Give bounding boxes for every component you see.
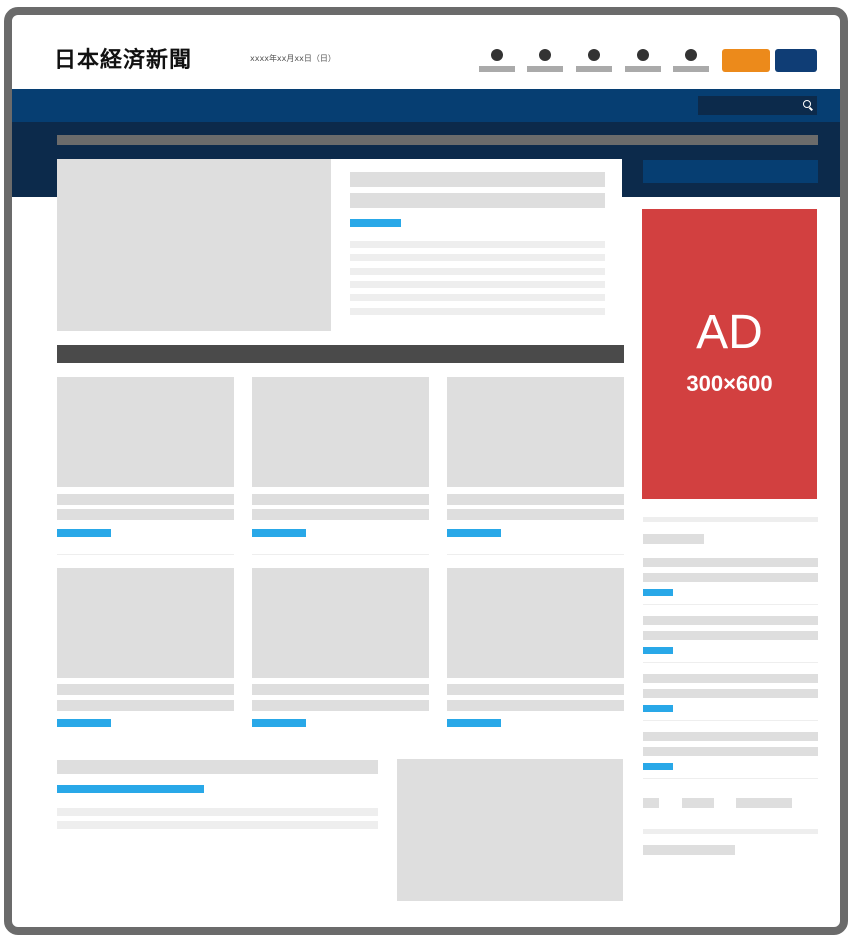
article-card[interactable] xyxy=(57,377,234,555)
feature-text-line xyxy=(57,808,378,816)
divider xyxy=(643,778,818,779)
browser-frame: 日本経済新聞 xxxx年xx月xx日（日） AD 300×600 xyxy=(4,7,848,935)
divider xyxy=(252,554,429,555)
article-title-line[interactable] xyxy=(57,494,234,505)
hero-text-line xyxy=(350,241,605,248)
article-tag[interactable] xyxy=(447,719,501,727)
feature-headline[interactable] xyxy=(57,760,378,774)
article-image[interactable] xyxy=(252,377,429,487)
section-header-bar xyxy=(57,345,624,363)
search-input[interactable] xyxy=(698,96,817,115)
article-image[interactable] xyxy=(57,568,234,678)
sidebar-divider xyxy=(643,829,818,834)
sidebar-list-item[interactable] xyxy=(643,732,818,780)
sidebar-list-item[interactable] xyxy=(643,674,818,722)
site-logo[interactable]: 日本経済新聞 xyxy=(54,42,192,74)
sidebar-item-tag[interactable] xyxy=(643,763,673,770)
header-date: xxxx年xx月xx日（日） xyxy=(250,54,336,63)
orange-button[interactable] xyxy=(722,49,770,72)
sidebar-footer-link[interactable] xyxy=(643,845,735,855)
nav-icon-2[interactable] xyxy=(527,48,563,74)
article-card[interactable] xyxy=(447,377,624,555)
nav-icon-3[interactable] xyxy=(576,48,612,74)
article-title-line[interactable] xyxy=(447,509,624,520)
sidebar-divider xyxy=(643,517,818,522)
sidebar-list-item[interactable] xyxy=(643,616,818,664)
article-tag[interactable] xyxy=(57,719,111,727)
sidebar-item-tag[interactable] xyxy=(643,705,673,712)
ad-size: 300×600 xyxy=(686,371,773,396)
sidebar-item-line[interactable] xyxy=(643,558,818,567)
nav-icon-1[interactable] xyxy=(479,48,515,74)
article-card[interactable] xyxy=(447,568,624,733)
sidebar-title-bar xyxy=(643,160,818,183)
hero-text-line xyxy=(350,268,605,275)
article-title-line[interactable] xyxy=(252,509,429,520)
article-image[interactable] xyxy=(252,568,429,678)
sidebar-item-line[interactable] xyxy=(643,732,818,741)
divider xyxy=(643,662,818,663)
divider xyxy=(643,720,818,721)
article-tag[interactable] xyxy=(252,719,306,727)
sub-nav-bar xyxy=(57,135,818,145)
feature-image[interactable] xyxy=(397,759,623,901)
sidebar-item-line[interactable] xyxy=(643,689,818,698)
divider xyxy=(57,554,234,555)
nav-icon-5[interactable] xyxy=(673,48,709,74)
article-card[interactable] xyxy=(57,568,234,733)
article-title-line[interactable] xyxy=(252,700,429,711)
hero-text-line xyxy=(350,254,605,261)
article-image[interactable] xyxy=(447,377,624,487)
ad-banner[interactable]: AD 300×600 xyxy=(642,209,817,499)
divider xyxy=(643,604,818,605)
sidebar-item-line[interactable] xyxy=(643,616,818,625)
hero-category-tag[interactable] xyxy=(350,219,401,227)
ad-label: AD xyxy=(696,306,763,359)
sidebar-link[interactable] xyxy=(736,798,792,808)
article-image[interactable] xyxy=(57,377,234,487)
article-title-line[interactable] xyxy=(57,700,234,711)
hero-headline-line-1[interactable] xyxy=(350,172,605,187)
article-title-line[interactable] xyxy=(447,684,624,695)
article-title-line[interactable] xyxy=(57,684,234,695)
article-title-line[interactable] xyxy=(57,509,234,520)
sidebar-list-item[interactable] xyxy=(643,558,818,606)
sidebar-link[interactable] xyxy=(682,798,714,808)
nav-icon-4[interactable] xyxy=(625,48,661,74)
article-title-line[interactable] xyxy=(447,700,624,711)
search-icon[interactable] xyxy=(803,100,811,108)
article-tag[interactable] xyxy=(252,529,306,537)
hero-image[interactable] xyxy=(57,159,331,331)
article-card[interactable] xyxy=(252,568,429,733)
article-tag[interactable] xyxy=(447,529,501,537)
article-card[interactable] xyxy=(252,377,429,555)
sidebar-link[interactable] xyxy=(643,798,659,808)
sidebar-item-line[interactable] xyxy=(643,674,818,683)
hero-text-line xyxy=(350,294,605,301)
sidebar-item-line[interactable] xyxy=(643,573,818,582)
sidebar-item-tag[interactable] xyxy=(643,589,673,596)
hero-headline-line-2[interactable] xyxy=(350,193,605,208)
feature-tag[interactable] xyxy=(57,785,204,793)
divider xyxy=(447,554,624,555)
sidebar-item-line[interactable] xyxy=(643,747,818,756)
navy-button[interactable] xyxy=(775,49,817,72)
hero-article[interactable] xyxy=(57,159,622,331)
article-tag[interactable] xyxy=(57,529,111,537)
article-title-line[interactable] xyxy=(447,494,624,505)
hero-text-line xyxy=(350,308,605,315)
sidebar-heading xyxy=(643,534,704,544)
hero-text-line xyxy=(350,281,605,288)
feature-text-line xyxy=(57,821,378,829)
article-title-line[interactable] xyxy=(252,494,429,505)
sidebar-item-tag[interactable] xyxy=(643,647,673,654)
article-image[interactable] xyxy=(447,568,624,678)
sidebar-item-line[interactable] xyxy=(643,631,818,640)
article-title-line[interactable] xyxy=(252,684,429,695)
